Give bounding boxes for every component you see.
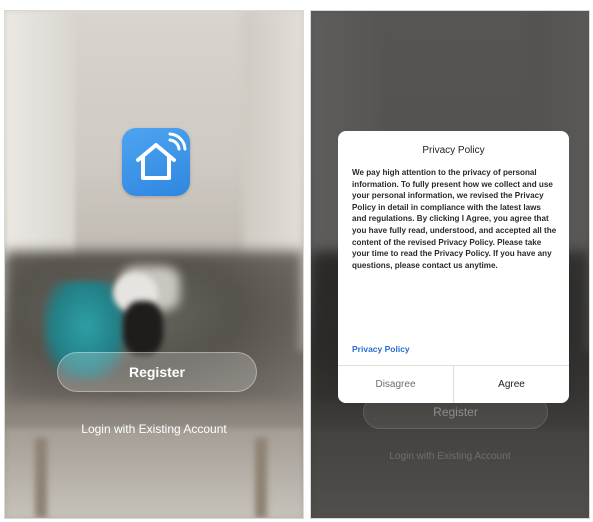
- register-button[interactable]: Register: [57, 352, 257, 392]
- agree-button[interactable]: Agree: [454, 366, 569, 403]
- privacy-policy-dialog: Privacy Policy We pay high attention to …: [338, 131, 569, 403]
- privacy-policy-screen: Register Login with Existing Account Pri…: [310, 10, 590, 519]
- dialog-actions: Disagree Agree: [338, 365, 569, 403]
- dialog-title: Privacy Policy: [422, 145, 485, 156]
- dialog-body-text: We pay high attention to the privacy of …: [352, 168, 557, 270]
- disagree-button[interactable]: Disagree: [338, 366, 454, 403]
- welcome-screen: Register Login with Existing Account: [4, 10, 304, 519]
- smart-home-icon: [122, 128, 190, 196]
- login-existing-account-link: Login with Existing Account: [389, 451, 511, 462]
- privacy-policy-link[interactable]: Privacy Policy: [352, 344, 410, 354]
- background-photo: [5, 11, 303, 518]
- login-existing-account-link[interactable]: Login with Existing Account: [5, 422, 303, 436]
